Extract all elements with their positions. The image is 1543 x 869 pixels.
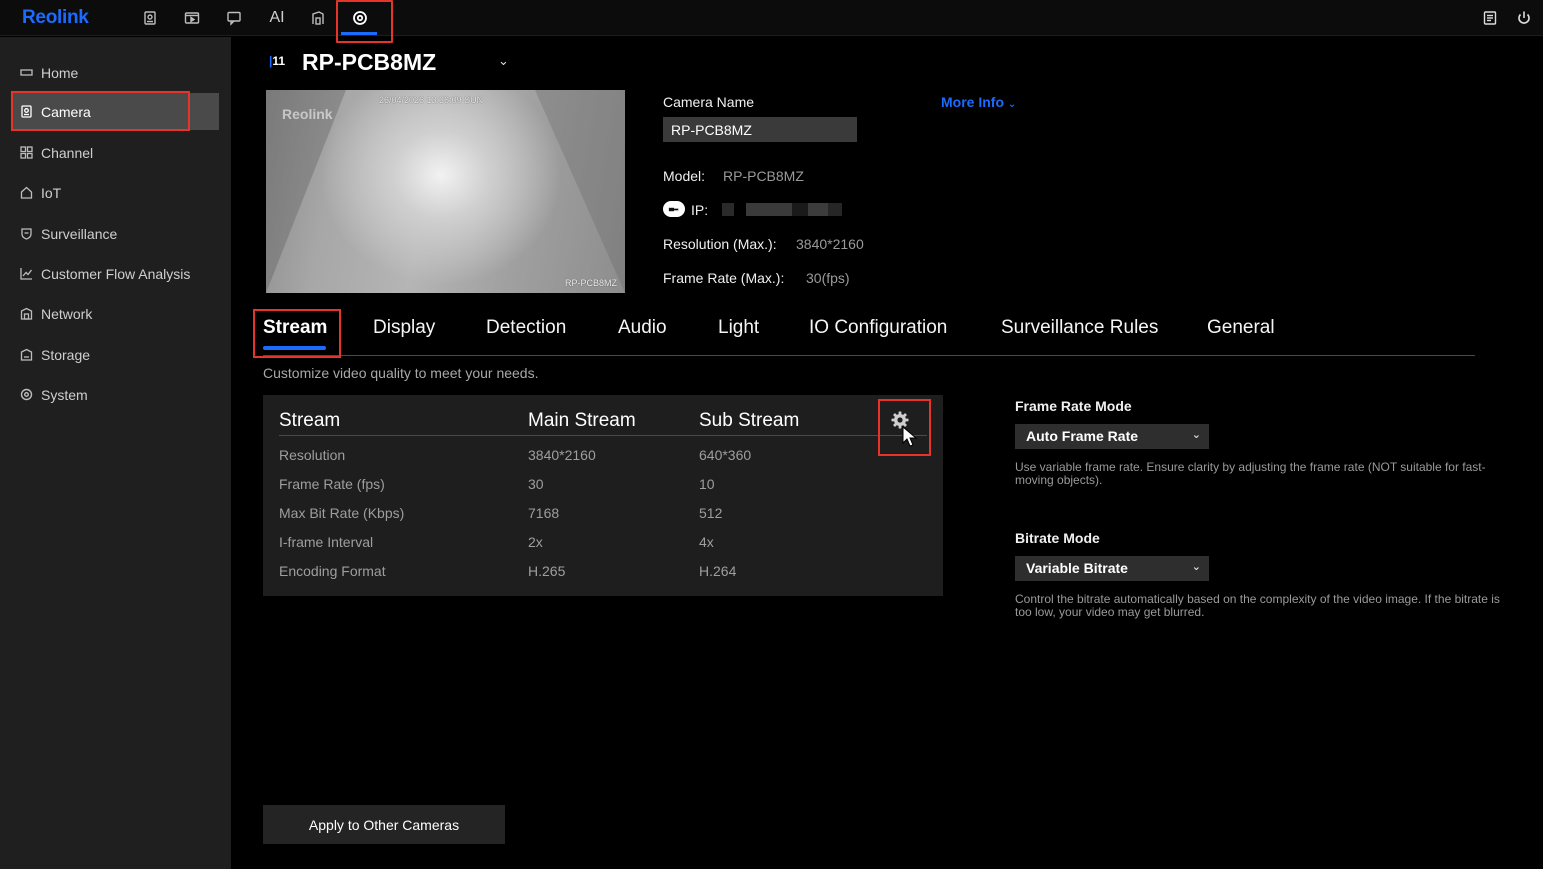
top-bar: Reolink AI xyxy=(0,0,1543,43)
row-sub-value: 10 xyxy=(699,476,715,492)
sidebar-item-label: Home xyxy=(41,64,79,81)
model-label: Model: xyxy=(663,168,706,184)
frame-rate-mode-title: Frame Rate Mode xyxy=(1015,398,1132,414)
camera-highlight-box xyxy=(11,91,190,131)
chevron-down-icon: ⌄ xyxy=(1191,429,1201,441)
stream-table: Stream Main Stream Sub Stream Resolution… xyxy=(263,395,943,596)
more-info-link[interactable]: More Info ⌄ xyxy=(941,94,1016,110)
apply-to-other-cameras-button[interactable]: Apply to Other Cameras xyxy=(263,805,505,844)
row-main-value: H.265 xyxy=(528,563,566,579)
chevron-down-icon: ⌄ xyxy=(1191,561,1201,573)
frame-rate-mode-value: Auto Frame Rate xyxy=(1026,428,1139,444)
storage-icon xyxy=(20,348,33,361)
bitrate-mode-hint: Control the bitrate automatically based … xyxy=(1015,592,1500,619)
row-main-value: 2x xyxy=(528,534,543,550)
shield-icon xyxy=(20,227,33,240)
ethernet-icon xyxy=(663,201,685,217)
sidebar-item-label: Surveillance xyxy=(41,225,118,242)
framerate-label: Frame Rate (Max.): xyxy=(663,270,785,286)
sidebar-item-label: System xyxy=(41,386,88,403)
header-stream: Stream xyxy=(279,410,341,431)
row-sub-value: 4x xyxy=(699,534,714,550)
channel-number: |11 xyxy=(269,54,286,68)
resolution-label: Resolution (Max.): xyxy=(663,236,777,252)
settings-tabs: Stream Display Detection Audio Light IO … xyxy=(263,311,1475,356)
framerate-value: 30(fps) xyxy=(806,270,850,286)
sidebar-item-label: IoT xyxy=(41,184,62,201)
chart-icon xyxy=(20,267,33,280)
bitrate-mode-title: Bitrate Mode xyxy=(1015,530,1100,546)
device-icon[interactable] xyxy=(308,8,328,28)
header-sub-stream: Sub Stream xyxy=(699,410,800,431)
tab-light[interactable]: Light xyxy=(718,317,759,339)
camera-title: RP-PCB8MZ xyxy=(302,49,437,75)
preview-watermark: Reolink xyxy=(282,106,333,122)
tab-general[interactable]: General xyxy=(1207,317,1275,339)
camera-select-chevron-icon[interactable]: ⌄ xyxy=(498,53,509,69)
row-main-value: 3840*2160 xyxy=(528,447,596,463)
tab-detection[interactable]: Detection xyxy=(486,317,566,339)
row-sub-value: 640*360 xyxy=(699,447,752,463)
header-main-stream: Main Stream xyxy=(528,410,636,431)
tab-audio[interactable]: Audio xyxy=(618,317,667,339)
sidebar-item-network[interactable]: Network xyxy=(12,295,219,332)
sidebar-item-label: Customer Flow Analysis xyxy=(41,265,191,282)
mouse-cursor-icon xyxy=(902,425,918,453)
sidebar-item-customer-flow[interactable]: Customer Flow Analysis xyxy=(12,255,219,292)
row-label: Encoding Format xyxy=(279,563,386,579)
bitrate-mode-value: Variable Bitrate xyxy=(1026,560,1128,576)
network-icon xyxy=(20,307,33,320)
power-icon[interactable] xyxy=(1514,8,1534,28)
iot-icon xyxy=(20,186,33,199)
row-main-value: 30 xyxy=(528,476,544,492)
sidebar-item-label: Storage xyxy=(41,346,91,363)
message-icon[interactable] xyxy=(224,8,244,28)
system-icon xyxy=(20,388,33,401)
row-label: I-frame Interval xyxy=(279,534,374,550)
ai-icon[interactable]: AI xyxy=(265,8,289,28)
row-main-value: 7168 xyxy=(528,505,560,521)
camera-name-label: Camera Name xyxy=(663,94,755,110)
home-icon xyxy=(20,66,33,79)
tab-surveillance-rules[interactable]: Surveillance Rules xyxy=(1001,317,1158,339)
stream-tab-highlight-box xyxy=(253,309,341,358)
model-value: RP-PCB8MZ xyxy=(723,168,804,184)
camera-preview[interactable]: 26/04/2026 13:36:09 SUN Reolink RP-PCB8M… xyxy=(266,90,625,293)
preview-icon[interactable] xyxy=(140,8,160,28)
preview-camera-name: RP-PCB8MZ xyxy=(564,278,617,288)
sidebar-item-system[interactable]: System xyxy=(12,376,219,413)
reolink-logo: Reolink xyxy=(22,7,89,28)
row-label: Resolution xyxy=(279,447,346,463)
row-sub-value: 512 xyxy=(699,505,723,521)
sidebar-item-storage[interactable]: Storage xyxy=(12,336,219,373)
row-label: Frame Rate (fps) xyxy=(279,476,385,492)
log-icon[interactable] xyxy=(1480,8,1500,28)
row-sub-value: H.264 xyxy=(699,563,737,579)
preview-timestamp: 26/04/2026 13:36:09 SUN xyxy=(379,95,484,105)
resolution-value: 3840*2160 xyxy=(796,236,864,252)
sidebar-item-channel[interactable]: Channel xyxy=(12,134,219,171)
row-label: Max Bit Rate (Kbps) xyxy=(279,505,405,521)
channel-icon xyxy=(20,146,33,159)
tab-display[interactable]: Display xyxy=(373,317,435,339)
stream-description: Customize video quality to meet your nee… xyxy=(263,365,539,381)
frame-rate-mode-hint: Use variable frame rate. Ensure clarity … xyxy=(1015,460,1486,487)
tab-io-configuration[interactable]: IO Configuration xyxy=(809,317,947,339)
sidebar-item-label: Network xyxy=(41,305,93,322)
sidebar-item-iot[interactable]: IoT xyxy=(12,174,219,211)
sidebar-item-surveillance[interactable]: Surveillance xyxy=(12,215,219,252)
sidebar-item-home[interactable]: Home xyxy=(12,54,219,91)
ip-label: IP: xyxy=(691,202,709,218)
playback-icon[interactable] xyxy=(182,8,202,28)
ip-value-masked xyxy=(722,203,842,216)
camera-name-input[interactable] xyxy=(663,117,857,142)
sidebar-item-label: Channel xyxy=(41,144,94,161)
frame-rate-mode-select[interactable]: Auto Frame Rate ⌄ xyxy=(1015,424,1209,449)
settings-highlight-box xyxy=(336,0,393,43)
bitrate-mode-select[interactable]: Variable Bitrate ⌄ xyxy=(1015,556,1209,581)
